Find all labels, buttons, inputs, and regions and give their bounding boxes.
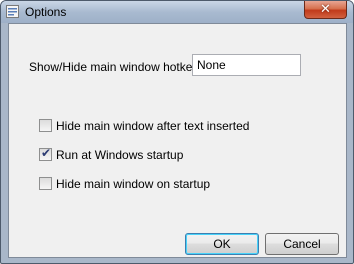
- check-icon: ✔: [41, 146, 52, 160]
- close-icon: ✕: [320, 1, 331, 16]
- hotkey-input[interactable]: None: [192, 54, 301, 76]
- options-dialog: Options ✕ Show/Hide main window hotkey: …: [0, 0, 354, 264]
- checkbox-box[interactable]: [39, 119, 52, 132]
- app-icon: [6, 5, 19, 18]
- title-bar[interactable]: Options ✕: [1, 1, 353, 23]
- checkbox-box[interactable]: ✔: [39, 146, 52, 161]
- window-title: Options: [25, 5, 67, 19]
- checkbox-box[interactable]: [39, 177, 52, 190]
- checkbox-label: Hide main window on startup: [56, 177, 211, 191]
- cancel-button[interactable]: Cancel: [265, 233, 339, 255]
- checkbox-label: Run at Windows startup: [56, 148, 184, 162]
- checkbox-label: Hide main window after text inserted: [56, 119, 250, 133]
- dialog-content: Show/Hide main window hotkey: None Hide …: [8, 23, 347, 258]
- hotkey-label: Show/Hide main window hotkey:: [29, 60, 202, 74]
- ok-button[interactable]: OK: [185, 233, 259, 255]
- close-button[interactable]: ✕: [304, 1, 347, 19]
